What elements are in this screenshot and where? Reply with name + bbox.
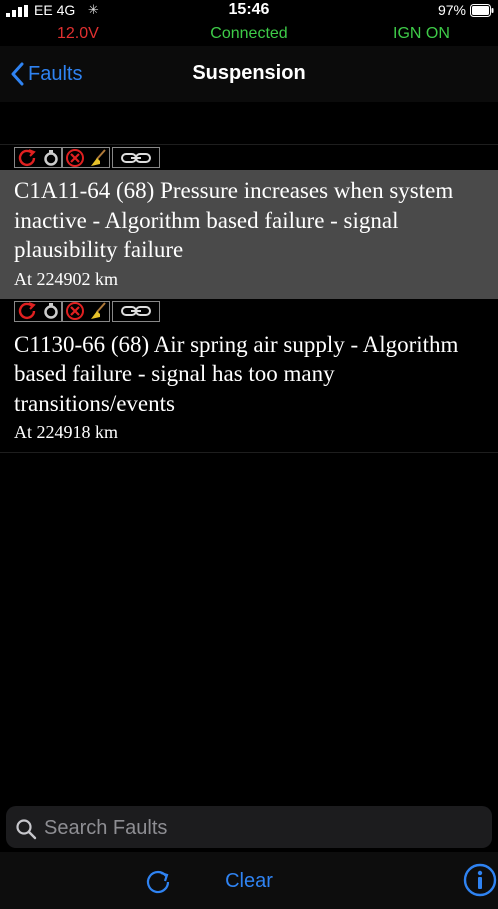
vehicle-status-row: 12.0V Connected IGN ON [0,22,498,46]
search-icon [16,819,37,840]
search-input[interactable] [42,810,486,846]
stopwatch-icon [43,303,58,319]
reset-icon[interactable] [18,302,38,320]
stopwatch-icon [43,149,58,166]
fault-distance: At 224902 km [14,268,119,289]
page-title: Suspension [192,62,306,84]
navigation-bar: Faults Suspension [0,46,498,102]
reset-icon[interactable] [18,148,38,167]
ignition-status: IGN ON [393,25,450,42]
chain-link-icon[interactable] [120,304,152,318]
bottom-toolbar: Clear [0,852,498,909]
fault-item[interactable]: C1A11-64 (68) Pressure increases when sy… [0,145,498,299]
search-bar [6,806,492,848]
status-time: 15:46 [228,1,270,18]
chain-link-icon[interactable] [120,151,152,165]
fault-description: C1130-66 (68) Air spring air supply - Al… [14,331,459,416]
broom-icon[interactable] [89,301,107,321]
status-bar: EE 4G ✳ 15:46 97% [0,0,498,22]
clear-fault-icon[interactable] [65,301,85,321]
battery-icon [470,4,494,17]
fault-distance: At 224918 km [14,422,119,442]
info-icon[interactable] [463,863,497,897]
broom-icon[interactable] [89,148,107,168]
fault-item[interactable]: C1130-66 (68) Air spring air supply - Al… [0,299,498,453]
clear-button[interactable]: Clear [0,870,498,893]
fault-action-icons [0,299,498,324]
clear-fault-icon[interactable] [65,148,85,168]
fault-list: C1A11-64 (68) Pressure increases when sy… [0,144,498,453]
battery-percentage: 97% [437,2,466,18]
fault-description: C1A11-64 (68) Pressure increases when sy… [14,178,454,262]
fault-action-icons [0,145,498,170]
